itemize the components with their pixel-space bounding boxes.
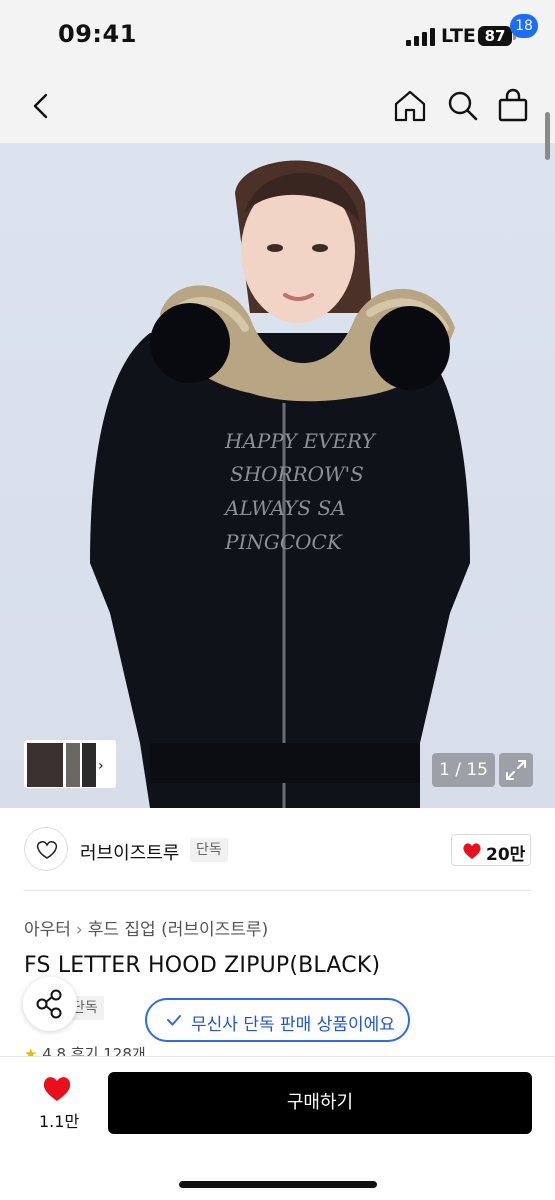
status-time: 09:41 (58, 20, 137, 48)
search-button[interactable] (443, 86, 483, 126)
back-icon (33, 93, 48, 119)
brand-exclusive-tag: 단독 (190, 838, 228, 862)
page-scrollbar[interactable] (545, 112, 550, 160)
breadcrumb-item-outer[interactable]: 아우터 (24, 920, 71, 940)
nav-bar (0, 70, 555, 143)
buy-button[interactable]: 구매하기 (108, 1072, 532, 1134)
expand-image-button[interactable] (499, 753, 533, 787)
brand-logo-mark (36, 841, 58, 859)
product-main-image[interactable]: HAPPY EVERY SHORROW'S ALWAYS SA PINGCOCK (0, 143, 555, 808)
divider (23, 890, 531, 891)
exclusive-toast: 무신사 단독 판매 상품이에요 (145, 998, 410, 1042)
heart-icon (463, 843, 481, 859)
rating-row[interactable]: ★ 4.8 후기 128개 (24, 1043, 146, 1057)
toast-text: 무신사 단독 판매 상품이에요 (191, 1015, 395, 1035)
home-icon (394, 90, 426, 122)
brand-logo[interactable] (24, 827, 68, 871)
brand-like-button[interactable]: 20만 (451, 834, 531, 866)
svg-text:ALWAYS SA: ALWAYS SA (223, 496, 346, 520)
expand-icon (506, 760, 526, 780)
svg-text:PINGCOCK: PINGCOCK (224, 530, 343, 554)
signal-icon (406, 28, 436, 46)
wishlist-heart-icon[interactable] (42, 1075, 72, 1102)
battery-icon: 87 (478, 26, 512, 46)
share-icon (36, 989, 62, 1019)
svg-text:SHORROW'S: SHORROW'S (230, 462, 364, 486)
svg-text:HAPPY EVERY: HAPPY EVERY (224, 429, 376, 453)
image-counter: 1 / 15 (432, 753, 495, 787)
thumbnail-2[interactable] (66, 743, 80, 787)
cart-count-badge: 18 (510, 14, 538, 38)
thumbnail-1[interactable] (27, 743, 63, 787)
status-bar: 09:41 LTE 87 (0, 0, 555, 70)
chevron-right-icon: › (75, 920, 83, 940)
breadcrumb: 아우터 › 후드 집업 (러브이즈트루) (24, 915, 268, 940)
home-button[interactable] (390, 86, 430, 126)
back-button[interactable] (24, 88, 60, 124)
brand-name[interactable]: 러브이즈트루 (80, 839, 179, 865)
check-icon (167, 1015, 181, 1026)
chevron-right-icon[interactable]: › (98, 758, 104, 774)
wishlist-count: 1.1만 (39, 1112, 80, 1131)
thumbnail-3[interactable] (82, 743, 96, 787)
search-icon (448, 91, 478, 121)
product-title: FS LETTER HOOD ZIPUP(BLACK) (24, 953, 381, 978)
brand-like-count: 20만 (486, 845, 526, 865)
cart-button[interactable] (494, 86, 534, 126)
shopping-bag-icon (498, 88, 528, 122)
model-photo: HAPPY EVERY SHORROW'S ALWAYS SA PINGCOCK (90, 160, 470, 808)
breadcrumb-item-hood-zipup[interactable]: 후드 집업 (러브이즈트루) (88, 920, 268, 940)
share-button[interactable] (23, 977, 77, 1031)
home-indicator (179, 1181, 377, 1188)
network-label: LTE (441, 25, 476, 47)
